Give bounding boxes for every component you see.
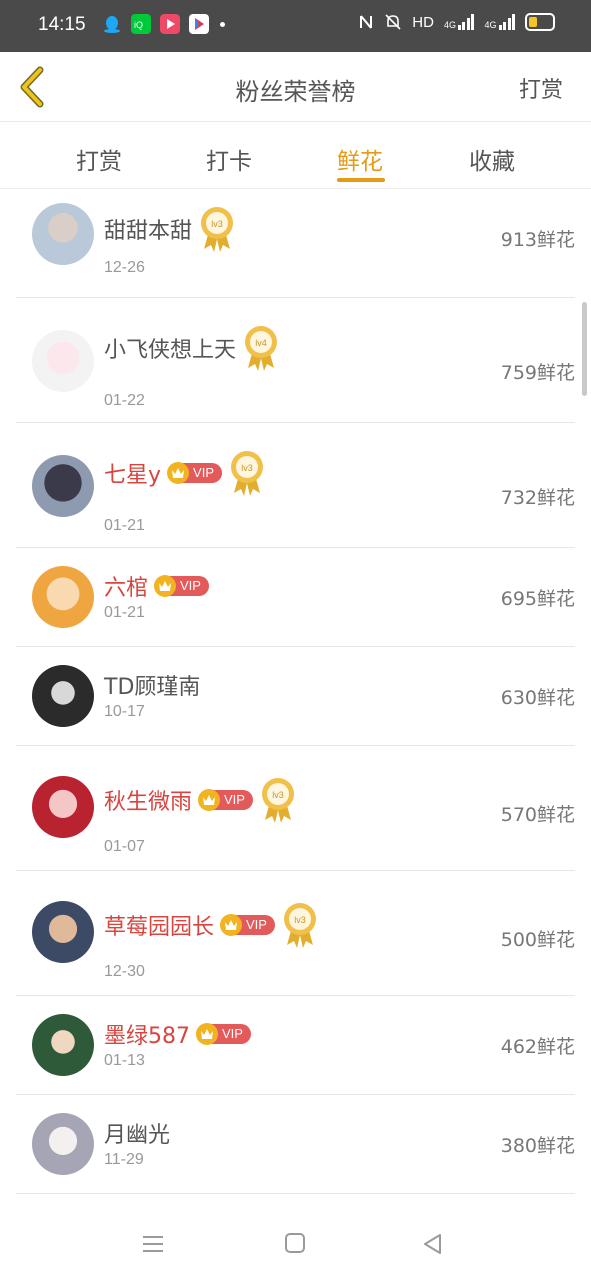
flower-count: 732鲜花 [500, 487, 575, 509]
user-name: 草莓园园长 [104, 915, 215, 940]
user-name: TD顾瑾南 [104, 675, 201, 700]
level-medal-icon: lv3 [231, 451, 263, 496]
svg-text:lv3: lv3 [272, 790, 284, 800]
avatar [32, 455, 94, 517]
nfc-icon [360, 15, 373, 29]
avatar [32, 665, 94, 727]
hd-label: HD [412, 13, 434, 31]
vip-badge: VIP [196, 1023, 251, 1045]
user-name: 七星y [104, 463, 162, 488]
entry-date: 11-29 [104, 1151, 144, 1168]
user-name: 小飞侠想上天 [104, 338, 237, 363]
flower-count: 500鲜花 [500, 929, 575, 951]
user-name: 墨绿587 [104, 1024, 190, 1049]
list-item[interactable]: 六棺 VIP 01-21 695鲜花 [16, 548, 575, 647]
qq-icon [104, 16, 120, 33]
level-medal-icon: lv3 [201, 207, 234, 252]
list-item[interactable]: 草莓园园长 VIP lv3 12-30 500鲜花 [16, 871, 575, 996]
entry-date: 01-07 [104, 838, 145, 855]
tab-bar: 打赏 打卡 鲜花 收藏 [0, 122, 591, 189]
signal-bars-icon [457, 14, 475, 30]
list-item[interactable]: 月幽光 11-29 380鲜花 [16, 1095, 575, 1194]
vip-badge: VIP [198, 789, 253, 811]
page-title: 粉丝荣誉榜 [235, 78, 356, 106]
iqiyi-icon: iQ [131, 14, 151, 34]
entry-date: 12-26 [104, 259, 145, 276]
list-item[interactable]: 七星y VIP lv3 01-21 732鲜花 [16, 423, 575, 548]
bilibili-play-icon [160, 14, 180, 34]
svg-text:lv4: lv4 [255, 338, 267, 348]
entry-date: 01-13 [104, 1052, 145, 1069]
svg-text:iQ: iQ [134, 20, 143, 30]
level-medal-icon: lv3 [261, 778, 294, 823]
flower-count: 695鲜花 [500, 588, 575, 610]
avatar [32, 566, 94, 628]
menu-icon[interactable] [140, 1234, 166, 1254]
user-name: 秋生微雨 [104, 790, 193, 815]
flower-count: 462鲜花 [500, 1036, 575, 1058]
crown-icon [167, 462, 190, 484]
avatar [32, 330, 94, 392]
tab-checkin[interactable]: 打卡 [206, 142, 252, 176]
avatar [32, 203, 94, 265]
video-app-icon [189, 14, 209, 34]
avatar [32, 1014, 94, 1076]
tab-flowers[interactable]: 鲜花 [337, 142, 383, 176]
user-name: 六棺 [104, 576, 149, 601]
system-navigation-bar [0, 1208, 591, 1280]
notification-dot [220, 21, 225, 27]
entry-date: 01-22 [104, 392, 145, 409]
entry-date: 12-30 [104, 963, 145, 980]
tab-reward[interactable]: 打赏 [76, 142, 122, 176]
tab-favorites[interactable]: 收藏 [469, 142, 515, 176]
svg-text:lv3: lv3 [211, 219, 223, 229]
flower-count: 630鲜花 [500, 687, 575, 709]
entry-date: 01-21 [104, 604, 145, 621]
flower-count: 570鲜花 [500, 804, 575, 826]
scrollbar[interactable] [582, 302, 587, 396]
list-item[interactable]: 墨绿587 VIP 01-13 462鲜花 [16, 996, 575, 1095]
svg-text:lv3: lv3 [294, 915, 306, 925]
signal-2: 4G [484, 14, 515, 30]
list-item[interactable]: 甜甜本甜 lv3 12-26 913鲜花 [16, 189, 575, 298]
flower-count: 913鲜花 [500, 229, 575, 251]
active-tab-indicator [337, 178, 385, 182]
crown-icon [220, 914, 243, 936]
list-item[interactable]: 小飞侠想上天 lv4 01-22 759鲜花 [16, 298, 575, 423]
fan-ranking-list: 甜甜本甜 lv3 12-26 913鲜花 小飞侠想上天 lv4 01-22 75… [0, 189, 591, 1194]
status-indicators: HD 4G 4G [358, 13, 555, 31]
avatar [32, 1113, 94, 1175]
mute-bell-icon [385, 14, 401, 30]
user-name: 月幽光 [104, 1123, 171, 1148]
list-item[interactable]: TD顾瑾南 10-17 630鲜花 [16, 647, 575, 746]
vip-badge: VIP [167, 462, 222, 484]
vip-badge: VIP [154, 575, 209, 597]
signal-bars-icon [498, 14, 515, 30]
battery-icon [525, 13, 555, 31]
flower-count: 380鲜花 [500, 1135, 575, 1157]
entry-date: 10-17 [104, 703, 145, 720]
status-bar: 14:15 iQ HD 4G 4G [0, 0, 591, 52]
level-medal-icon: lv4 [245, 326, 278, 371]
avatar [32, 776, 94, 838]
back-triangle-icon[interactable] [420, 1231, 446, 1257]
status-app-icons: iQ [102, 14, 225, 34]
flower-count: 759鲜花 [500, 362, 575, 384]
crown-icon [154, 575, 177, 597]
home-icon[interactable] [283, 1231, 307, 1255]
vip-badge: VIP [220, 914, 275, 936]
crown-icon [196, 1023, 218, 1045]
entry-date: 01-21 [104, 517, 145, 534]
level-medal-icon: lv3 [283, 903, 316, 948]
user-name: 甜甜本甜 [104, 219, 193, 244]
avatar [32, 901, 94, 963]
svg-text:lv3: lv3 [241, 463, 253, 473]
crown-icon [198, 789, 221, 811]
signal-1: 4G [444, 14, 475, 30]
list-item[interactable]: 秋生微雨 VIP lv3 01-07 570鲜花 [16, 746, 575, 871]
navigation-bar: 粉丝荣誉榜 打赏 [0, 52, 591, 122]
status-time: 14:15 [38, 14, 86, 35]
reward-action-button[interactable]: 打赏 [519, 72, 563, 104]
